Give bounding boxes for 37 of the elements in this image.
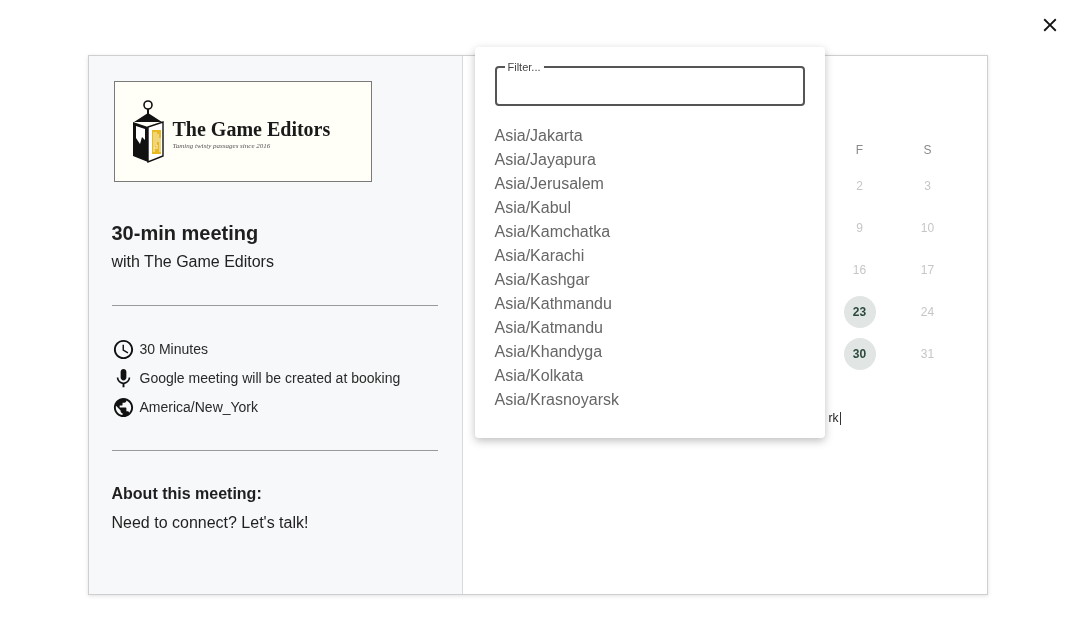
detail-text: America/New_York bbox=[139, 397, 259, 417]
timezone-option[interactable]: Asia/Kolkata bbox=[494, 364, 805, 388]
timezone-option[interactable]: Asia/Kathmandu bbox=[494, 292, 805, 316]
timezone-field-text[interactable]: rk bbox=[828, 411, 839, 425]
weekday-header: F bbox=[855, 142, 864, 159]
calendar-day: 17 bbox=[920, 261, 935, 279]
filter-field[interactable]: Filter... bbox=[494, 61, 805, 106]
timezone-option[interactable]: Asia/Jerusalem bbox=[494, 172, 805, 196]
calendar-day: 3 bbox=[924, 177, 931, 195]
clock-icon bbox=[111, 337, 135, 361]
timezone-option[interactable]: Asia/Jakarta bbox=[494, 124, 805, 148]
timezone-option[interactable]: Asia/Kabul bbox=[494, 196, 805, 220]
calendar-day: 24 bbox=[920, 303, 935, 321]
calendar-day: 16 bbox=[852, 261, 867, 279]
meeting-host: with The Game Editors bbox=[111, 252, 275, 272]
about-heading: About this meeting: bbox=[111, 484, 263, 504]
timezone-option[interactable]: Asia/Katmandu bbox=[494, 316, 805, 340]
calendar-day: 10 bbox=[920, 219, 935, 237]
text-cursor-icon bbox=[839, 411, 841, 425]
logo-title: The Game Editors bbox=[172, 116, 331, 141]
calendar-day: 31 bbox=[920, 345, 935, 363]
calendar-day: 2 bbox=[856, 177, 863, 195]
timezone-option[interactable]: Asia/Khandyga bbox=[494, 340, 805, 364]
timezone-option[interactable]: Asia/Krasnoyarsk bbox=[494, 388, 805, 412]
detail-text: 30 Minutes bbox=[139, 339, 208, 359]
calendar-day[interactable]: 30 bbox=[843, 338, 876, 370]
calendar-day: 9 bbox=[856, 219, 863, 237]
meeting-title: 30-min meeting bbox=[111, 221, 260, 245]
calendar-day[interactable]: 23 bbox=[843, 296, 876, 328]
timezone-option[interactable]: Asia/Kamchatka bbox=[494, 220, 805, 244]
timezone-option[interactable]: Asia/Jayapura bbox=[494, 148, 805, 172]
globe-icon bbox=[111, 395, 135, 419]
about-text: Need to connect? Let's talk! bbox=[111, 513, 310, 533]
timezone-option[interactable]: Asia/Kashgar bbox=[494, 268, 805, 292]
detail-text: Google meeting will be created at booking bbox=[139, 368, 401, 388]
timezone-option[interactable]: Asia/Karachi bbox=[494, 244, 805, 268]
weekday-header: S bbox=[923, 142, 932, 159]
